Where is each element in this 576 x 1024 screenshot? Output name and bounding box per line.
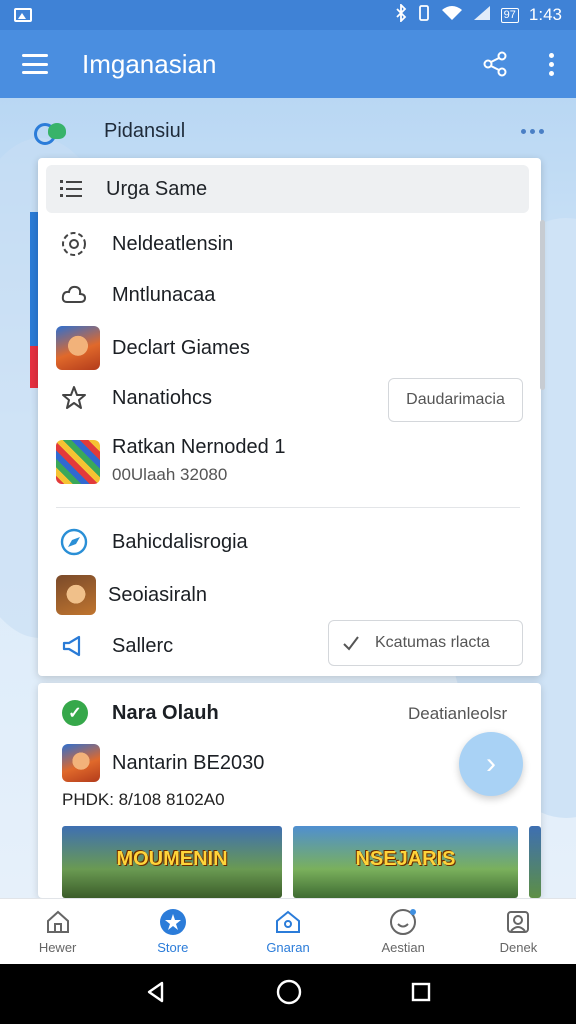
menu-icon[interactable] — [22, 54, 48, 74]
app-bar: Imganasian — [0, 30, 576, 98]
store-icon — [159, 908, 187, 936]
nav-label: Store — [157, 940, 189, 955]
menu-item-5[interactable]: Bahicdalisrogia — [56, 524, 248, 560]
game-thumbnail-icon — [62, 744, 100, 782]
bluetooth-icon — [395, 2, 407, 27]
star-icon — [56, 380, 92, 416]
nav-gnaran[interactable]: Gnaran — [230, 899, 345, 964]
recents-icon[interactable] — [410, 981, 432, 1008]
banner-title: MOUMENIN — [116, 848, 228, 870]
nav-store[interactable]: Store — [115, 899, 230, 964]
vibrate-icon — [417, 4, 431, 27]
item-action-button-label: Kcatumas rlacta — [375, 634, 490, 651]
nav-label: Gnaran — [266, 940, 310, 955]
divider — [56, 507, 520, 508]
accent-bar-red — [30, 346, 38, 388]
menu-item-label: Seoiasiraln — [108, 583, 207, 606]
share-icon[interactable] — [481, 50, 509, 78]
feed-game-meta: PHDK: 8/108 8102A0 — [62, 790, 225, 809]
feed-game-title: Nantarin BE2030 — [112, 751, 265, 774]
signal-icon — [473, 5, 491, 26]
profile-icon — [504, 908, 532, 936]
menu-item-label: Neldeatlensin — [112, 232, 234, 255]
menu-item-7[interactable]: Sallerc — [56, 628, 173, 664]
home-circle-icon[interactable] — [276, 979, 302, 1010]
house-icon — [274, 908, 302, 936]
menu-item-3[interactable]: Nanatiohcs — [56, 380, 212, 416]
nav-aestian[interactable]: Aestian — [346, 899, 461, 964]
menu-item-4[interactable]: Ratkan Nernoded 1 00Ulaah 32080 — [56, 436, 285, 485]
back-icon[interactable] — [144, 980, 168, 1009]
app-title: Imganasian — [82, 48, 217, 79]
feed-header: ✓ Nara Olauh — [62, 700, 219, 726]
subheader: Pidansiul — [34, 114, 544, 148]
more-horizontal-icon[interactable] — [521, 128, 544, 134]
gear-icon — [56, 226, 92, 262]
compass-icon — [56, 524, 92, 560]
system-nav-bar — [0, 964, 576, 1024]
nav-denek[interactable]: Denek — [461, 899, 576, 964]
more-options-icon[interactable] — [549, 52, 554, 76]
list-icon — [60, 180, 82, 197]
game-hero-icon — [56, 575, 96, 615]
logo-icon — [34, 121, 70, 145]
item-action-button[interactable]: Kcatumas rlacta — [328, 620, 523, 666]
feed-game-row[interactable]: Nantarin BE2030 — [62, 744, 264, 782]
face-icon — [389, 908, 417, 936]
menu-item-label: Declart Giames — [112, 336, 250, 359]
image-notification-icon — [14, 8, 32, 22]
menu-item-label: Sallerc — [112, 634, 174, 657]
menu-item-label: Ratkan Nernoded 1 — [112, 436, 286, 458]
item-action-button[interactable]: Daudarimacia — [388, 378, 523, 422]
game-banner[interactable]: MOUMENIN — [62, 826, 282, 898]
nav-label: Aestian — [381, 940, 425, 955]
cloud-icon — [56, 277, 92, 313]
clock: 1:43 — [528, 5, 562, 24]
menu-item-6[interactable]: Seoiasiraln — [56, 575, 207, 615]
puzzle-game-icon — [56, 439, 100, 484]
check-circle-icon: ✓ — [62, 700, 88, 726]
nav-home[interactable]: Hewer — [0, 899, 115, 964]
menu-item-0[interactable]: Neldeatlensin — [56, 226, 233, 262]
banner-title: NSEJARIS — [355, 848, 456, 870]
menu-item-label: Bahicdalisrogia — [112, 530, 248, 553]
chevron-right-icon: › — [486, 747, 496, 780]
menu-item-label: Mntlunacaa — [112, 283, 216, 306]
game-fox-icon — [56, 326, 100, 370]
subheader-title: Pidansiul — [104, 119, 186, 142]
menu-item-sublabel: 00Ulaah 32080 — [112, 465, 228, 484]
menu-header[interactable]: Urga Same — [46, 165, 529, 213]
feed-right-label[interactable]: Deatianleolsr — [408, 704, 507, 724]
feed-title: Nara Olauh — [112, 701, 219, 724]
checkmark-icon — [343, 636, 359, 651]
wifi-icon — [441, 5, 463, 26]
battery-icon: 97 — [500, 7, 519, 23]
status-bar: 97 1:43 — [0, 0, 576, 30]
next-fab-button[interactable]: › — [459, 732, 523, 796]
home-icon — [44, 908, 72, 936]
megaphone-icon — [56, 628, 92, 664]
scrollbar[interactable] — [540, 220, 545, 390]
game-banner[interactable]: NSEJARIS — [293, 826, 518, 898]
game-banner[interactable] — [529, 826, 541, 898]
accent-bar-blue — [30, 212, 38, 346]
nav-label: Hewer — [38, 940, 77, 955]
menu-item-label: Nanatiohcs — [112, 386, 213, 409]
menu-item-1[interactable]: Mntlunacaa — [56, 277, 215, 313]
menu-header-label: Urga Same — [106, 177, 208, 200]
nav-label: Denek — [499, 940, 538, 955]
bottom-nav: Hewer Store Gnaran Aestian Denek — [0, 898, 576, 964]
menu-item-2[interactable]: Declart Giames — [56, 326, 250, 370]
